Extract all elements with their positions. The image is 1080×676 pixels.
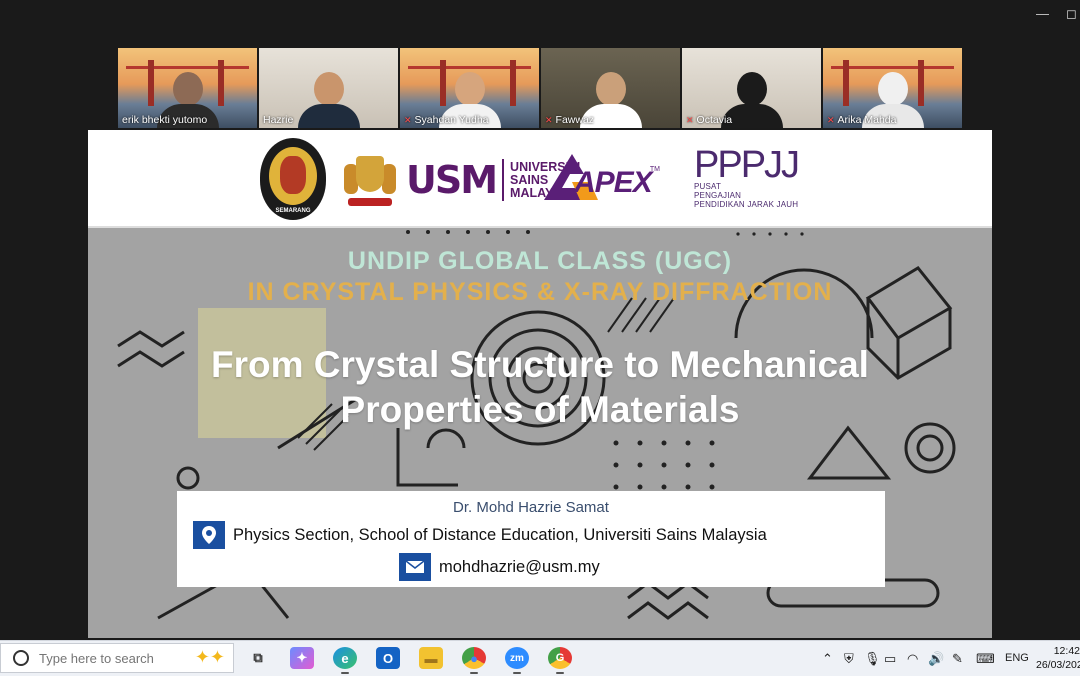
usm-crest-logo (344, 146, 396, 208)
task-view-icon[interactable]: ⧉ (246, 647, 270, 669)
participant-strip: erik bhekti yutomo Hazrie ✕ Syahdan Yudha… (118, 48, 962, 128)
pppjj-logo: PPPJJ PUSAT PENGAJIAN PENDIDIKAN JARAK J… (694, 144, 800, 209)
participant-tile[interactable]: erik bhekti yutomo (118, 48, 257, 128)
participant-name: ✕ Syahdan Yudha (404, 114, 489, 126)
outlook-icon[interactable]: O (376, 647, 400, 669)
participant-name: ✕ Octavia (686, 114, 733, 126)
participant-name: ✕ Fawwaz (545, 114, 595, 126)
presenter-info-box: Dr. Mohd Hazrie Samat Physics Section, S… (177, 491, 885, 587)
battery-icon[interactable]: ▭ (884, 651, 896, 667)
wifi-icon[interactable]: ◠ (907, 651, 918, 667)
participant-name: Hazrie (263, 114, 294, 126)
participant-tile[interactable]: ✕ Fawwaz (541, 48, 680, 128)
mic-muted-icon: ✕ (404, 115, 412, 125)
presenter-name: Dr. Mohd Hazrie Samat (453, 499, 609, 516)
apex-logo: APEX TM (540, 152, 660, 204)
pen-icon[interactable]: ✎ (952, 651, 963, 667)
security-icon[interactable]: ⛨ (844, 651, 854, 667)
keyboard-icon[interactable]: ⌨ (976, 651, 995, 667)
slide-subtitle-line-1: UNDIP GLOBAL CLASS (UGC) (347, 247, 733, 275)
file-explorer-icon[interactable]: ▬ (419, 647, 443, 669)
system-clock[interactable]: 12:42 26/03/2025 (1036, 644, 1080, 672)
taskbar-search[interactable]: ✦✦ (0, 643, 234, 673)
participant-video (297, 72, 360, 128)
participant-name: erik bhekti yutomo (122, 114, 208, 126)
participant-tile[interactable]: ✕ Octavia (682, 48, 821, 128)
zoom-icon[interactable]: zm (505, 647, 529, 674)
mic-muted-icon: ✕ (827, 115, 835, 125)
search-icon (13, 650, 29, 666)
chrome-icon[interactable]: ● (462, 647, 486, 674)
maximize-icon[interactable]: ◻ (1066, 6, 1077, 22)
undip-logo: SEMARANG (260, 138, 326, 220)
search-input[interactable] (37, 649, 191, 667)
chevron-up-icon[interactable]: ⌃ (822, 651, 833, 667)
slide-subtitle-line-2: IN CRYSTAL PHYSICS & X-RAY DIFFRACTION (247, 278, 833, 306)
participant-name: ✕ Arika Mahda (827, 114, 897, 126)
language-indicator[interactable]: ENG (1005, 652, 1029, 664)
location-pin-icon (193, 521, 225, 549)
chrome-profile-icon[interactable]: G (548, 647, 572, 674)
minimize-icon[interactable]: — (1036, 6, 1049, 21)
edge-icon[interactable]: e (333, 647, 357, 674)
copilot-icon[interactable]: ✦ (290, 647, 314, 669)
participant-tile-active-speaker[interactable]: Hazrie (259, 48, 398, 128)
microphone-icon[interactable]: 🎙 (864, 651, 881, 667)
mic-muted-icon: ✕ (686, 115, 694, 125)
affiliation-text: Physics Section, School of Distance Educ… (233, 525, 767, 544)
volume-icon[interactable]: 🔊 (928, 651, 944, 667)
shared-screen-slide: SEMARANG USM UNIVERSITI SAINS MALAYSIA A… (88, 130, 992, 638)
email-text: mohdhazrie@usm.my (439, 557, 600, 576)
search-highlight-icon[interactable]: ✦✦ (195, 647, 225, 668)
participant-tile[interactable]: ✕ Arika Mahda (823, 48, 962, 128)
slide-title: From Crystal Structure to Mechanical Pro… (211, 344, 869, 430)
logo-bar: SEMARANG USM UNIVERSITI SAINS MALAYSIA A… (88, 130, 992, 228)
mic-muted-icon: ✕ (545, 115, 553, 125)
taskbar: ✦✦ ⧉ ✦ e O ▬ ● zm G ⌃ ⛨ 🎙 ▭ ◠ 🔊 ✎ ⌨ ENG … (0, 640, 1080, 676)
participant-tile[interactable]: ✕ Syahdan Yudha (400, 48, 539, 128)
email-icon (399, 553, 431, 581)
